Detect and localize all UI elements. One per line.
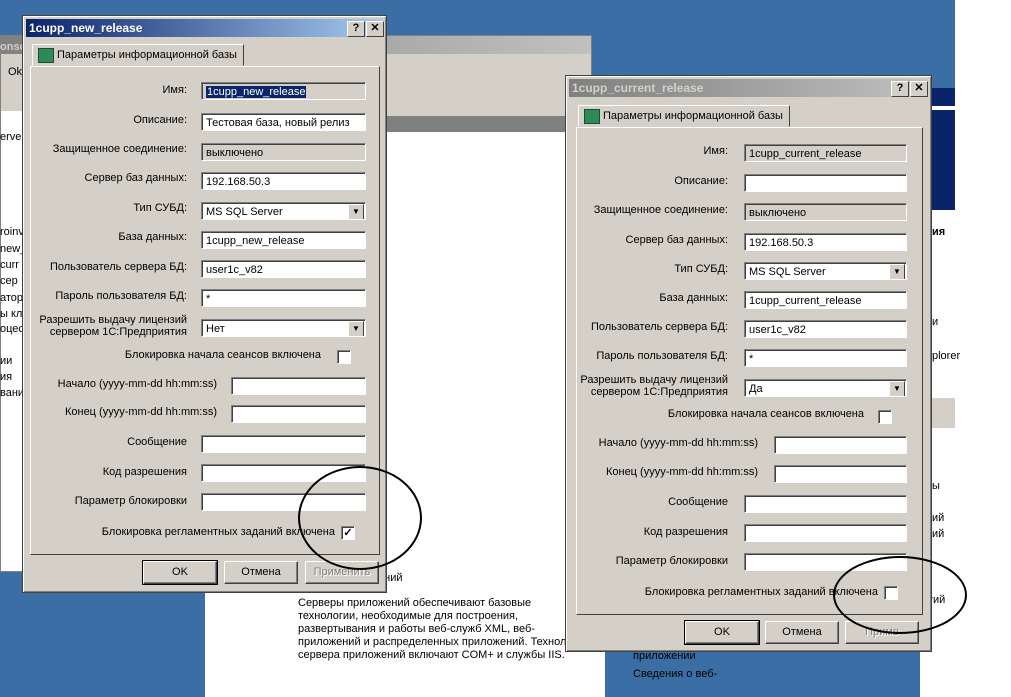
- bg-fragment: ы: [932, 480, 940, 492]
- annotation-circle: [833, 556, 967, 634]
- bg-fragment: ия: [0, 371, 13, 383]
- message-field[interactable]: [744, 495, 907, 513]
- close-button[interactable]: ✕: [366, 21, 384, 37]
- db-user-label: Пользователь сервера БД:: [590, 321, 728, 333]
- bg-fragment: ия: [932, 226, 946, 238]
- description-label: Описание:: [674, 175, 728, 187]
- lock-param-label: Параметр блокировки: [74, 495, 187, 507]
- bg-fragment: Сведения о веб-: [633, 668, 718, 680]
- description-field[interactable]: [744, 174, 907, 192]
- bg-fragment: ий: [932, 528, 945, 540]
- database-field[interactable]: 1cupp_new_release: [201, 231, 366, 249]
- bg-fragment: erve: [0, 131, 22, 143]
- bg-fragment: оцес: [0, 323, 24, 335]
- start-field[interactable]: [231, 377, 366, 395]
- bg-pane-text: Серверы приложений обеспечивают базовые …: [298, 597, 567, 661]
- bg-fragment: и: [932, 316, 939, 328]
- infobase-icon: [38, 48, 54, 63]
- permission-code-label: Код разрешения: [643, 526, 728, 538]
- end-label: Конец (yyyy-mm-dd hh:mm:ss): [64, 406, 217, 418]
- session-lock-checkbox[interactable]: [878, 410, 892, 424]
- dbms-type-select[interactable]: MS SQL Server ▼: [744, 262, 907, 280]
- cancel-button[interactable]: Отмена: [765, 621, 839, 644]
- lock-param-label: Параметр блокировки: [615, 555, 728, 567]
- db-server-label: Сервер баз данных:: [625, 234, 728, 246]
- bg-fragment: атор: [0, 292, 24, 304]
- ok-button[interactable]: OK: [684, 620, 760, 645]
- license-select[interactable]: Да ▼: [744, 379, 907, 397]
- database-label: База данных:: [659, 292, 728, 304]
- dbms-type-label: Тип СУБД:: [674, 263, 728, 275]
- message-label: Сообщение: [668, 496, 728, 508]
- session-lock-label: Блокировка начала сеансов включена: [667, 408, 864, 420]
- close-button[interactable]: ✕: [910, 81, 928, 97]
- database-field[interactable]: 1cupp_current_release: [744, 291, 907, 309]
- session-lock-checkbox[interactable]: [337, 350, 351, 364]
- message-label: Сообщение: [127, 436, 187, 448]
- help-button[interactable]: ?: [891, 81, 909, 97]
- infobase-icon: [584, 109, 600, 124]
- description-label: Описание:: [133, 114, 187, 126]
- db-password-label: Пароль пользователя БД:: [596, 350, 728, 362]
- chevron-down-icon[interactable]: ▼: [889, 381, 905, 396]
- db-user-field[interactable]: user1c_v82: [744, 320, 907, 338]
- bg-fragment: вани: [0, 387, 25, 399]
- db-user-field[interactable]: user1c_v82: [201, 260, 366, 278]
- bg-fragment: roinv: [0, 226, 24, 238]
- name-field[interactable]: 1cupp_new_release: [201, 82, 366, 100]
- secure-connection-field: выключено: [744, 203, 907, 221]
- permission-code-label: Код разрешения: [102, 466, 187, 478]
- start-label: Начало (yyyy-mm-dd hh:mm:ss): [598, 437, 758, 449]
- start-field[interactable]: [774, 436, 907, 454]
- db-server-label: Сервер баз данных:: [84, 172, 187, 184]
- tab-infobase-params[interactable]: Параметры информационной базы: [32, 44, 244, 66]
- license-label: Разрешить выдачу лицензий сервером 1С:Пр…: [39, 314, 187, 338]
- db-server-field[interactable]: 192.168.50.3: [201, 172, 366, 190]
- bg-fragment: curr: [0, 259, 19, 271]
- license-select[interactable]: Нет ▼: [201, 319, 366, 337]
- chevron-down-icon[interactable]: ▼: [348, 321, 364, 336]
- cancel-button[interactable]: Отмена: [224, 561, 298, 584]
- dbms-type-select[interactable]: MS SQL Server ▼: [201, 202, 366, 220]
- secure-connection-label: Защищенное соединение:: [52, 143, 187, 155]
- bg-fragment: ий: [932, 512, 945, 524]
- name-field[interactable]: 1cupp_current_release: [744, 144, 907, 162]
- dialog-title: 1cupp_current_release: [569, 79, 928, 97]
- db-password-field[interactable]: *: [744, 349, 907, 367]
- end-field[interactable]: [231, 405, 366, 423]
- bg-fragment: ы кл: [0, 308, 23, 320]
- end-label: Конец (yyyy-mm-dd hh:mm:ss): [605, 466, 758, 478]
- db-server-field[interactable]: 192.168.50.3: [744, 233, 907, 251]
- dialog-title: 1cupp_new_release: [26, 19, 383, 37]
- description-field[interactable]: Тестовая база, новый релиз: [201, 113, 366, 131]
- annotation-circle: [298, 466, 422, 570]
- name-label: Имя:: [703, 145, 728, 157]
- message-field[interactable]: [201, 435, 366, 453]
- secure-connection-label: Защищенное соединение:: [593, 204, 728, 216]
- session-lock-label: Блокировка начала сеансов включена: [124, 349, 321, 361]
- dbms-type-label: Тип СУБД:: [133, 202, 187, 214]
- jobs-lock-label: Блокировка регламентных заданий включена: [101, 526, 335, 538]
- chevron-down-icon[interactable]: ▼: [348, 204, 364, 219]
- tab-infobase-params[interactable]: Параметры информационной базы: [578, 105, 790, 127]
- chevron-down-icon[interactable]: ▼: [889, 264, 905, 279]
- db-password-label: Пароль пользователя БД:: [55, 290, 187, 302]
- help-button[interactable]: ?: [347, 21, 365, 37]
- secure-connection-field: выключено: [201, 143, 366, 161]
- db-password-field[interactable]: *: [201, 289, 366, 307]
- start-label: Начало (yyyy-mm-dd hh:mm:ss): [57, 378, 217, 390]
- bg-fragment: plorer: [932, 350, 961, 362]
- bg-fragment: сер: [0, 275, 18, 287]
- db-user-label: Пользователь сервера БД:: [49, 261, 187, 273]
- bg-fragment: ии: [0, 355, 13, 367]
- license-label: Разрешить выдачу лицензий сервером 1С:Пр…: [580, 374, 728, 398]
- permission-code-field[interactable]: [744, 524, 907, 542]
- bg-fragment: Ok: [8, 66, 23, 78]
- name-label: Имя:: [162, 84, 187, 96]
- database-label: База данных:: [118, 231, 187, 243]
- ok-button[interactable]: OK: [142, 560, 218, 585]
- end-field[interactable]: [774, 465, 907, 483]
